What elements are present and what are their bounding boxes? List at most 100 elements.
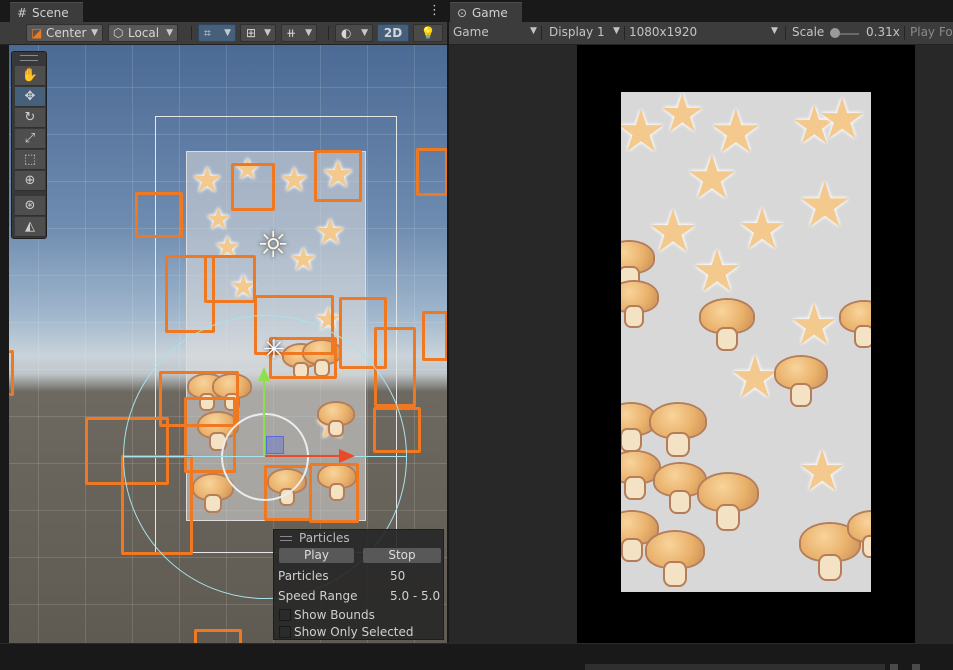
star-sprite: ★ [737,197,788,262]
star-sprite: ★ [797,439,848,504]
2d-mode-label: 2D [383,26,403,40]
display-dropdown[interactable]: Display 1 ▼ [549,24,623,42]
particles-overlay-title: Particles [299,531,350,545]
particle-bounds [135,192,183,238]
particles-count-label: Particles [278,569,329,583]
grid-snap-button[interactable]: ⌗ ▼ [198,24,236,42]
speed-range-label: Speed Range [278,589,358,603]
xy-plane-handle[interactable] [266,436,284,454]
resolution-dropdown-label: 1080x1920 [629,25,698,39]
particle-bounds [416,148,447,196]
chevron-down-icon: ▼ [771,26,778,36]
space-dropdown[interactable]: ⬡ Local ▼ [108,24,178,42]
particles-overlay-header[interactable]: Particles [274,530,443,546]
star-sprite: ★ [314,212,347,253]
increment-snap-button[interactable]: ⧺ ▼ [281,24,317,42]
scale-tool[interactable]: ⤢ [15,129,45,149]
grid-icon: # [17,6,28,20]
tab-scene[interactable]: # Scene [10,2,83,22]
particle-bounds [194,629,242,643]
y-axis-arrow-icon[interactable] [258,367,270,381]
drag-handle-icon[interactable] [20,55,38,61]
toolbar-separator [624,26,625,40]
hand-tool[interactable]: ✋ [15,66,45,86]
sun-light-icon[interactable]: ☼ [257,225,289,266]
show-only-selected-checkbox[interactable] [279,626,291,638]
rect-tool[interactable]: ⬚ [15,150,45,170]
show-only-selected-label: Show Only Selected [294,625,414,639]
play-focused-dropdown[interactable]: Play Fo [910,25,953,39]
scale-icon: ⤢ [24,131,36,146]
shape-edit-tool[interactable]: ◭ [15,217,45,237]
view-dropdown[interactable]: Game ▼ [453,24,539,42]
rect-transform-icon: ⬚ [23,152,37,167]
draw-mode-button[interactable]: ◐ ▼ [335,24,373,42]
particle-bounds [204,255,256,303]
toolbar-separator [328,26,329,40]
play-button[interactable]: Play [278,547,355,564]
particles-count-value: 50 [390,569,406,583]
rotate-icon: ↻ [24,110,36,125]
mushroom-sprite [841,302,871,348]
mushroom-sprite [849,512,871,558]
stop-button[interactable]: Stop [362,547,442,564]
transform-tool[interactable]: ⊕ [15,171,45,191]
particle-bounds [314,150,362,202]
mushroom-sprite [655,464,705,514]
star-sprite: ★ [817,92,868,152]
move-tool[interactable]: ✥ [15,87,45,107]
2d-mode-toggle[interactable]: 2D [377,24,409,42]
pivot-dropdown[interactable]: ◪ Center ▼ [26,24,103,42]
tab-game[interactable]: ⊙ Game [450,2,522,22]
custom-tool[interactable]: ⊛ [15,196,45,216]
transform-icon: ⊕ [24,173,36,188]
scale-label: Scale [792,25,825,39]
scale-slider-handle[interactable] [830,28,840,38]
game-viewport[interactable]: ★ ★ ★ ★ ★ ★ ★ ★ ★ ★ ★ ★ ★ [449,45,953,643]
bottom-indicator [912,664,920,670]
chevron-down-icon: ▼ [224,28,231,38]
view-dropdown-label: Game [453,25,489,39]
space-label: Local [128,26,160,40]
grid-visibility-button[interactable]: ⊞ ▼ [240,24,276,42]
show-bounds-checkbox[interactable] [279,609,291,621]
chevron-down-icon: ▼ [264,28,271,38]
ruler-icon: ⧺ [286,26,297,40]
grid-snap-icon: ⌗ [204,26,211,40]
x-axis-arrow-icon[interactable] [339,449,355,463]
show-bounds-label: Show Bounds [294,608,375,622]
star-sprite: ★ [191,160,224,201]
more-options-icon[interactable]: ⋮ [428,3,441,18]
shading-sphere-icon: ◐ [341,26,352,40]
toolbar-separator [541,26,542,40]
rotate-tool[interactable]: ↻ [15,108,45,128]
rotate-gizmo[interactable] [221,413,309,501]
star-sprite: ★ [279,160,310,200]
display-dropdown-label: Display 1 [549,25,605,39]
chevron-down-icon: ▼ [305,28,312,38]
bottom-panel-strip [0,643,953,670]
x-axis-handle[interactable] [265,455,341,457]
gamepad-icon: ⊙ [457,6,468,20]
particle-system-icon[interactable]: ✳ [263,335,285,365]
particle-bounds [231,163,275,211]
star-sprite: ★ [729,343,781,411]
y-axis-handle[interactable] [263,380,265,456]
move-arrows-icon: ✥ [24,89,36,104]
bottom-scrollbar[interactable] [585,664,885,670]
cube-icon: ⬡ [113,26,124,40]
lighting-toggle[interactable]: 💡 [413,24,443,42]
scale-value: 0.31x [866,25,900,39]
speed-range-value: 5.0 - 5.0 [390,589,441,603]
transform-tools-panel: ✋ ✥ ↻ ⤢ ⬚ ⊕ ⊛ ◭ [11,51,47,239]
star-sprite: ★ [289,240,318,278]
chevron-down-icon: ▼ [530,26,537,36]
shape-edit-icon: ◭ [25,219,35,234]
mushroom-sprite [621,452,659,500]
resolution-dropdown[interactable]: 1080x1920 ▼ [629,24,781,42]
particle-bounds [9,350,14,396]
chevron-down-icon: ▼ [166,28,173,38]
hand-icon: ✋ [21,68,39,83]
chevron-down-icon: ▼ [613,26,620,36]
mushroom-sprite [699,474,757,532]
